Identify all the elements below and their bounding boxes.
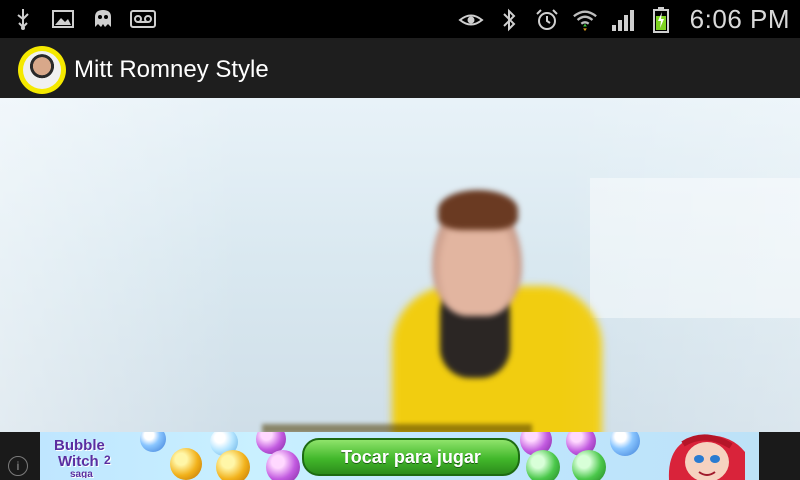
- svg-text:saga: saga: [70, 469, 93, 478]
- ad-bubble: [266, 450, 300, 480]
- ad-banner[interactable]: Bubble Witch 2 saga Tocar para jugar: [40, 432, 759, 480]
- ad-bar: i Bubble Witch 2 saga Tocar para jugar: [0, 432, 800, 480]
- ad-bubble: [610, 432, 640, 456]
- svg-text:Witch: Witch: [58, 453, 99, 470]
- ad-bubble: [170, 448, 202, 480]
- status-bar: 6:06 PM: [0, 0, 800, 38]
- battery-icon: [648, 6, 674, 33]
- app-icon-portrait: [23, 51, 61, 89]
- ad-info-icon[interactable]: i: [8, 456, 28, 476]
- alarm-icon: [534, 7, 560, 33]
- ad-logo: Bubble Witch 2 saga: [48, 434, 134, 480]
- status-left-icons: [10, 6, 156, 32]
- svg-text:2: 2: [104, 453, 111, 467]
- ghost-icon: [90, 6, 116, 32]
- ad-cta-button[interactable]: Tocar para jugar: [302, 438, 520, 476]
- svg-text:Bubble: Bubble: [54, 437, 105, 454]
- status-time: 6:06 PM: [689, 4, 790, 34]
- page-title: Mitt Romney Style: [74, 56, 269, 83]
- bluetooth-icon: [496, 7, 522, 33]
- ad-bubble: [572, 450, 606, 480]
- signal-icon: [610, 7, 636, 33]
- app-icon[interactable]: [18, 46, 66, 94]
- ad-bubble: [216, 450, 250, 480]
- ad-witch-illustration: [659, 432, 749, 480]
- status-right-icons: 6:06 PM: [458, 4, 790, 35]
- video-player[interactable]: [0, 98, 800, 432]
- wifi-icon: [572, 7, 598, 33]
- action-bar: Mitt Romney Style: [0, 38, 800, 100]
- ad-bubble: [140, 432, 166, 452]
- image-icon: [50, 6, 76, 32]
- eye-icon: [458, 7, 484, 33]
- video-overlay-shade: [0, 98, 800, 432]
- usb-icon: [10, 6, 36, 32]
- voicemail-icon: [130, 6, 156, 32]
- ad-bubble: [526, 450, 560, 480]
